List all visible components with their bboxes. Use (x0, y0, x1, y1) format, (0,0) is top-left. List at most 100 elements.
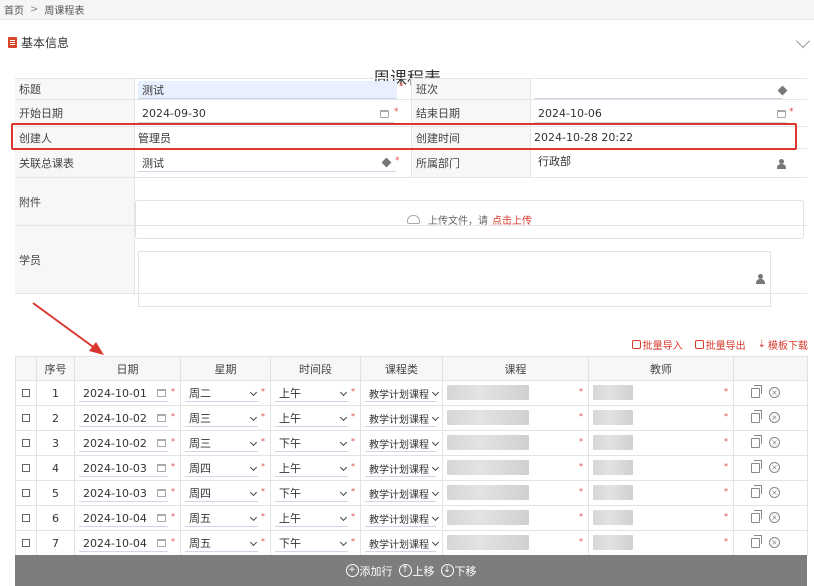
calendar-icon[interactable] (157, 464, 166, 472)
teacher-redacted[interactable] (593, 435, 633, 450)
delete-icon[interactable]: × (769, 487, 780, 498)
weekday-cell: 周四 * (180, 480, 271, 506)
copy-icon[interactable] (751, 410, 762, 423)
header-no: 序号 (36, 356, 75, 381)
date-input[interactable]: 2024-10-03 (79, 485, 168, 502)
period-select[interactable]: 上午 (275, 385, 348, 402)
course-type-select[interactable]: 教学计划课程 (365, 410, 436, 427)
weekday-select[interactable]: 周三 (185, 410, 258, 427)
copy-icon[interactable] (751, 510, 762, 523)
delete-icon[interactable]: × (769, 462, 780, 473)
weekday-select[interactable]: 周四 (185, 460, 258, 477)
batch-export-button[interactable]: 批量导出 (694, 337, 746, 352)
required-mark: * (724, 462, 728, 471)
required-mark: * (351, 387, 355, 396)
calendar-icon[interactable] (157, 539, 166, 547)
calendar-icon[interactable] (157, 439, 166, 447)
teacher-cell: * (588, 430, 734, 456)
course-type-select[interactable]: 教学计划课程 (365, 510, 436, 527)
template-download-button[interactable]: ⇣ 模板下载 (758, 337, 808, 352)
date-cell: 2024-10-04 * (74, 530, 181, 556)
course-type-select[interactable]: 教学计划课程 (365, 535, 436, 552)
course-cell: * (442, 505, 589, 531)
course-redacted[interactable] (447, 385, 529, 400)
required-mark: * (261, 387, 265, 396)
move-up-button[interactable]: ↑ 上移 (398, 563, 435, 579)
calendar-icon[interactable] (157, 414, 166, 422)
teacher-redacted[interactable] (593, 510, 633, 525)
delete-icon[interactable]: × (769, 412, 780, 423)
period-select[interactable]: 上午 (275, 510, 348, 527)
row-checkbox[interactable] (22, 489, 30, 497)
move-down-button[interactable]: ↓ 下移 (440, 563, 477, 579)
copy-icon[interactable] (751, 460, 762, 473)
delete-icon[interactable]: × (769, 387, 780, 398)
weekday-select[interactable]: 周三 (185, 435, 258, 452)
period-select[interactable]: 上午 (275, 460, 348, 477)
export-icon (694, 340, 704, 349)
course-redacted[interactable] (447, 435, 529, 450)
required-mark: * (261, 487, 265, 496)
copy-icon[interactable] (751, 385, 762, 398)
course-type-select[interactable]: 教学计划课程 (365, 460, 436, 477)
weekday-select[interactable]: 周二 (185, 385, 258, 402)
course-type-select[interactable]: 教学计划课程 (365, 485, 436, 502)
delete-icon[interactable]: × (769, 512, 780, 523)
row-checkbox[interactable] (22, 389, 30, 397)
batch-import-button[interactable]: 批量导入 (631, 337, 683, 352)
weekday-select[interactable]: 周四 (185, 485, 258, 502)
weekday-select[interactable]: 周五 (185, 535, 258, 552)
teacher-redacted[interactable] (593, 535, 633, 550)
row-checkbox[interactable] (22, 539, 30, 547)
period-select[interactable]: 下午 (275, 485, 348, 502)
period-select[interactable]: 上午 (275, 410, 348, 427)
course-redacted[interactable] (447, 510, 529, 525)
row-checkbox[interactable] (22, 414, 30, 422)
date-input[interactable]: 2024-10-04 (79, 510, 168, 527)
delete-icon[interactable]: × (769, 437, 780, 448)
teacher-redacted[interactable] (593, 460, 633, 475)
calendar-icon[interactable] (157, 389, 166, 397)
course-redacted[interactable] (447, 410, 529, 425)
teacher-cell: * (588, 405, 734, 431)
row-no: 1 (36, 380, 75, 406)
teacher-redacted[interactable] (593, 410, 633, 425)
course-redacted[interactable] (447, 460, 529, 475)
ops-cell: × (733, 455, 808, 481)
copy-icon[interactable] (751, 485, 762, 498)
course-type-cell: 教学计划课程 (360, 530, 443, 556)
date-input[interactable]: 2024-10-01 (79, 385, 168, 402)
teacher-cell: * (588, 530, 734, 556)
add-row-button[interactable]: + 添加行 (345, 563, 393, 579)
period-select[interactable]: 下午 (275, 435, 348, 452)
row-checkbox-cell (15, 380, 37, 406)
delete-icon[interactable]: × (769, 537, 780, 548)
course-redacted[interactable] (447, 535, 529, 550)
course-redacted[interactable] (447, 485, 529, 500)
copy-icon[interactable] (751, 535, 762, 548)
date-input[interactable]: 2024-10-02 (79, 410, 168, 427)
course-type-select[interactable]: 教学计划课程 (365, 385, 436, 402)
row-checkbox[interactable] (22, 514, 30, 522)
teacher-redacted[interactable] (593, 485, 633, 500)
date-input[interactable]: 2024-10-02 (79, 435, 168, 452)
date-input[interactable]: 2024-10-03 (79, 460, 168, 477)
row-checkbox-cell (15, 405, 37, 431)
course-type-select[interactable]: 教学计划课程 (365, 435, 436, 452)
required-mark: * (579, 462, 583, 471)
weekday-select[interactable]: 周五 (185, 510, 258, 527)
required-mark: * (724, 512, 728, 521)
calendar-icon[interactable] (157, 514, 166, 522)
row-toolbar: + 添加行 ↑ 上移 ↓ 下移 (15, 555, 807, 586)
table-row: 7 2024-10-04 * 周五 * 下午 * 教学计划课程 * * × (15, 530, 808, 556)
header-checkbox-cell (15, 356, 37, 381)
row-checkbox[interactable] (22, 464, 30, 472)
date-input[interactable]: 2024-10-04 (79, 535, 168, 552)
ops-cell: × (733, 530, 808, 556)
copy-icon[interactable] (751, 435, 762, 448)
teacher-redacted[interactable] (593, 385, 633, 400)
calendar-icon[interactable] (157, 489, 166, 497)
period-select[interactable]: 下午 (275, 535, 348, 552)
row-checkbox[interactable] (22, 439, 30, 447)
row-no: 6 (36, 505, 75, 531)
